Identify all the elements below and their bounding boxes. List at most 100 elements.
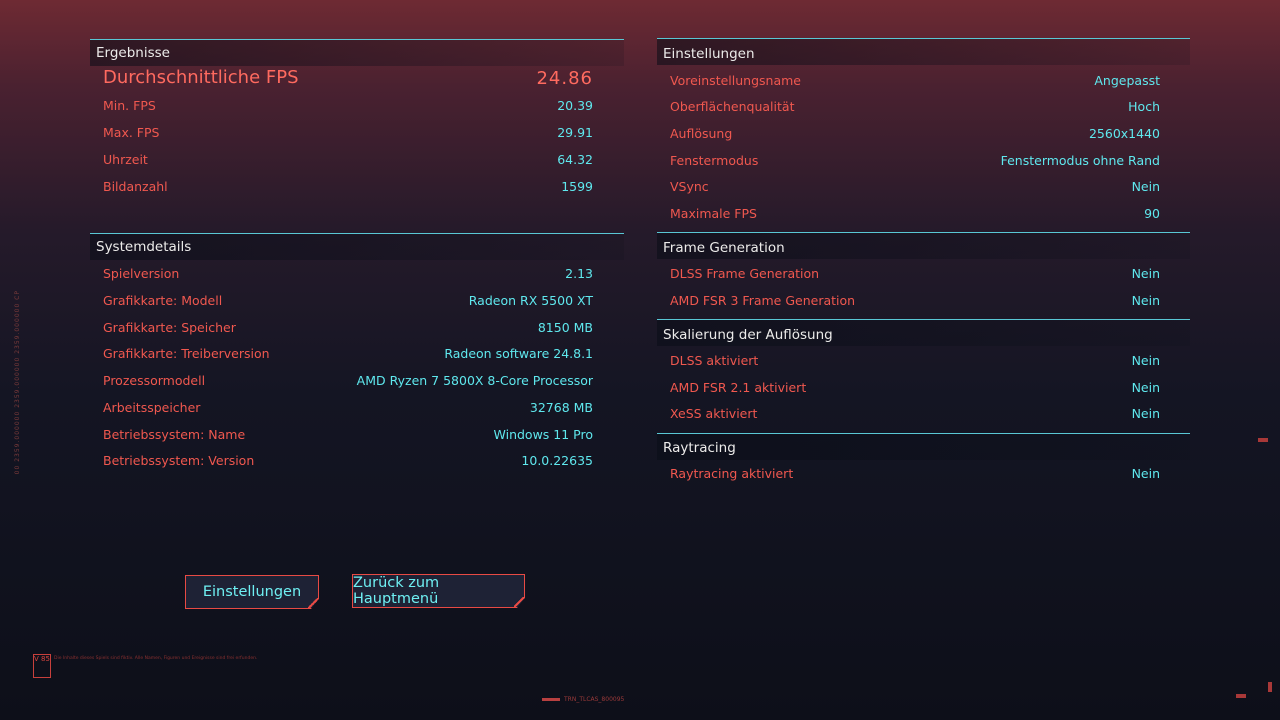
main-menu-button[interactable]: Zurück zum Hauptmenü	[352, 574, 525, 608]
scaling-row-label: AMD FSR 2.1 aktiviert	[670, 380, 807, 395]
settings-row-value: 2560x1440	[1088, 126, 1160, 141]
framegen-row: DLSS Frame Generation Nein	[670, 266, 1160, 286]
results-row-label: Bildanzahl	[103, 179, 168, 194]
settings-row: VSync Nein	[670, 179, 1160, 199]
scaling-row-value: Nein	[1131, 380, 1160, 395]
scaling-row-value: Nein	[1131, 353, 1160, 368]
framegen-row-value: Nein	[1131, 293, 1160, 308]
system-row-label: Betriebssystem: Name	[103, 427, 246, 442]
system-row-value: 8150 MB	[537, 320, 593, 335]
logo-icon: V 85	[33, 654, 51, 678]
settings-row-value: Hoch	[1128, 99, 1160, 114]
scaling-row-label: DLSS aktiviert	[670, 353, 759, 368]
system-row-value: 32768 MB	[529, 400, 593, 415]
system-row-value: 2.13	[565, 266, 593, 281]
corner-mark-icon	[1258, 438, 1268, 442]
settings-row-value: Nein	[1131, 179, 1160, 194]
results-row: Bildanzahl 1599	[103, 179, 593, 199]
system-row-label: Spielversion	[103, 266, 180, 281]
avg-fps-label: Durchschnittliche FPS	[103, 67, 299, 88]
settings-button[interactable]: Einstellungen	[185, 575, 319, 609]
raytracing-row: Raytracing aktiviert Nein	[670, 466, 1160, 486]
scaling-row: DLSS aktiviert Nein	[670, 353, 1160, 373]
settings-button-label: Einstellungen	[202, 584, 302, 600]
system-row-label: Grafikkarte: Treiberversion	[103, 346, 270, 361]
results-row-label: Uhrzeit	[103, 152, 148, 167]
results-row: Max. FPS 29.91	[103, 125, 593, 145]
build-tag-text: TRN_TLCAS_800095	[564, 696, 625, 703]
system-row-label: Grafikkarte: Speicher	[103, 320, 236, 335]
settings-row-label: VSync	[670, 179, 709, 194]
results-header: Ergebnisse	[90, 39, 624, 66]
system-row: Betriebssystem: Version 10.0.22635	[103, 453, 593, 473]
settings-row-label: Voreinstellungsname	[670, 73, 801, 88]
framegen-row-label: AMD FSR 3 Frame Generation	[670, 293, 856, 308]
system-row-value: Radeon software 24.8.1	[444, 346, 593, 361]
settings-row-value: Fenstermodus ohne Rand	[1000, 153, 1160, 168]
corner-mark-icon	[1268, 682, 1272, 692]
results-row-value: 1599	[561, 179, 593, 194]
system-row-label: Betriebssystem: Version	[103, 453, 255, 468]
system-row-value: 10.0.22635	[521, 453, 593, 468]
settings-row-label: Maximale FPS	[670, 206, 757, 221]
avg-fps-row: Durchschnittliche FPS 24.86	[103, 67, 593, 90]
side-decor-text: 00 2359.000000 2359.000000 2359.000000 C…	[14, 290, 21, 475]
settings-row-label: Oberflächenqualität	[670, 99, 795, 114]
system-row-label: Prozessormodell	[103, 373, 206, 388]
system-row: Grafikkarte: Treiberversion Radeon softw…	[103, 346, 593, 366]
avg-fps-value: 24.86	[536, 68, 593, 89]
scaling-row-value: Nein	[1131, 406, 1160, 421]
raytracing-row-label: Raytracing aktiviert	[670, 466, 794, 481]
settings-row-label: Fenstermodus	[670, 153, 759, 168]
settings-row-value: 90	[1144, 206, 1160, 221]
settings-row: Oberflächenqualität Hoch	[670, 99, 1160, 119]
system-row: Spielversion 2.13	[103, 266, 593, 286]
system-row: Grafikkarte: Modell Radeon RX 5500 XT	[103, 293, 593, 313]
system-header: Systemdetails	[90, 233, 624, 260]
raytracing-header: Raytracing	[657, 433, 1190, 460]
system-row: Arbeitsspeicher 32768 MB	[103, 400, 593, 420]
settings-row: Voreinstellungsname Angepasst	[670, 73, 1160, 93]
framegen-title: Frame Generation	[663, 240, 785, 256]
framegen-row-value: Nein	[1131, 266, 1160, 281]
settings-row-label: Auflösung	[670, 126, 733, 141]
raytracing-title: Raytracing	[663, 440, 736, 456]
scaling-row: XeSS aktiviert Nein	[670, 406, 1160, 426]
system-row-value: Windows 11 Pro	[493, 427, 593, 442]
framegen-header: Frame Generation	[657, 232, 1190, 259]
system-row-label: Arbeitsspeicher	[103, 400, 201, 415]
results-title: Ergebnisse	[96, 45, 170, 61]
framegen-row: AMD FSR 3 Frame Generation Nein	[670, 293, 1160, 313]
results-row: Min. FPS 20.39	[103, 98, 593, 118]
results-row-value: 64.32	[557, 152, 593, 167]
results-row-label: Max. FPS	[103, 125, 160, 140]
fine-print: Die Inhalte dieses Spiels sind fiktiv. A…	[54, 656, 258, 661]
settings-header: Einstellungen	[657, 38, 1190, 65]
scaling-header: Skalierung der Auflösung	[657, 319, 1190, 346]
build-tag: TRN_TLCAS_800095	[542, 696, 624, 703]
raytracing-row-value: Nein	[1131, 466, 1160, 481]
system-row: Betriebssystem: Name Windows 11 Pro	[103, 427, 593, 447]
system-row-value: Radeon RX 5500 XT	[468, 293, 593, 308]
system-row: Prozessormodell AMD Ryzen 7 5800X 8-Core…	[103, 373, 593, 393]
corner-mark-icon	[1236, 694, 1246, 698]
arrow-icon	[542, 698, 560, 701]
scaling-row: AMD FSR 2.1 aktiviert Nein	[670, 380, 1160, 400]
system-title: Systemdetails	[96, 239, 192, 255]
results-row-value: 29.91	[557, 125, 593, 140]
settings-row-value: Angepasst	[1094, 73, 1160, 88]
scaling-row-label: XeSS aktiviert	[670, 406, 758, 421]
framegen-row-label: DLSS Frame Generation	[670, 266, 820, 281]
settings-row: Maximale FPS 90	[670, 206, 1160, 226]
settings-row: Fenstermodus Fenstermodus ohne Rand	[670, 153, 1160, 173]
main-menu-button-label: Zurück zum Hauptmenü	[353, 575, 440, 607]
system-row: Grafikkarte: Speicher 8150 MB	[103, 320, 593, 340]
system-row-label: Grafikkarte: Modell	[103, 293, 223, 308]
settings-row: Auflösung 2560x1440	[670, 126, 1160, 146]
system-row-value: AMD Ryzen 7 5800X 8-Core Processor	[356, 373, 593, 388]
scaling-title: Skalierung der Auflösung	[663, 327, 833, 343]
settings-title: Einstellungen	[663, 46, 755, 62]
results-row-label: Min. FPS	[103, 98, 156, 113]
results-row-value: 20.39	[557, 98, 593, 113]
results-row: Uhrzeit 64.32	[103, 152, 593, 172]
